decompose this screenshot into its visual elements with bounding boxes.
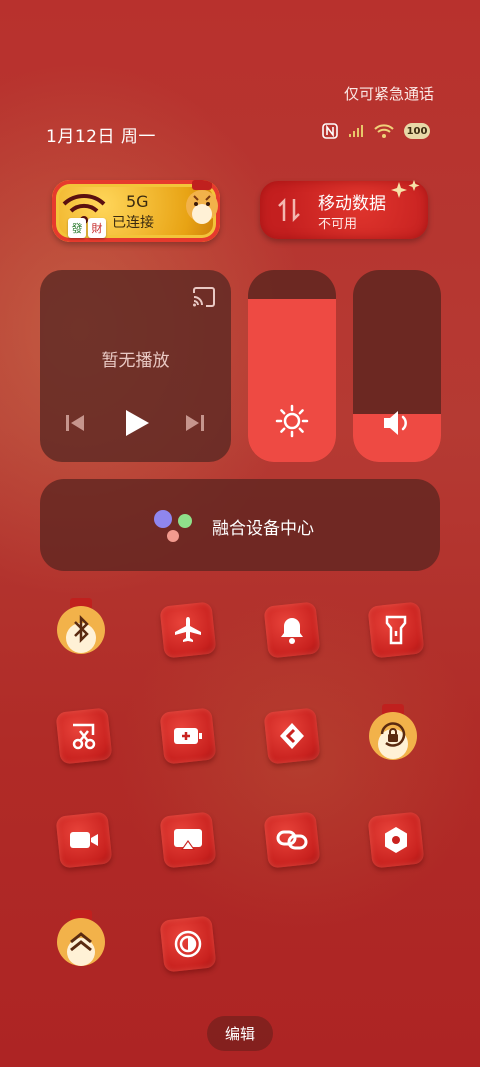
scissors-icon (72, 723, 96, 750)
contrast-icon (174, 930, 202, 958)
video-icon (70, 832, 98, 848)
hexagon-icon (385, 827, 407, 853)
screenshot-toggle[interactable] (55, 707, 113, 765)
mobile-data-title: 移动数据 (318, 194, 386, 214)
flashlight-toggle[interactable] (367, 601, 425, 659)
mahjong-tiles: 發 財 (68, 218, 106, 238)
cast-icon[interactable] (191, 286, 217, 312)
media-card[interactable]: 暂无播放 (40, 270, 231, 462)
wifi-toggle[interactable]: 5G 已连接 發 財 (52, 180, 220, 242)
screen-record-toggle[interactable] (55, 811, 113, 869)
volume-slider[interactable] (353, 270, 441, 462)
previous-track-icon[interactable] (64, 412, 86, 438)
emergency-call-text: 仅可紧急通话 (343, 85, 434, 103)
share-icon (280, 723, 304, 749)
battery-saver-icon (174, 728, 202, 744)
chevron-badge-icon (50, 908, 112, 974)
flashlight-icon (385, 615, 407, 645)
vpn-toggle[interactable] (50, 910, 112, 972)
tiger-mascot-icon (180, 180, 220, 234)
nearby-share-toggle[interactable] (263, 707, 321, 765)
airplane-toggle[interactable] (159, 601, 217, 659)
do-not-disturb-toggle[interactable] (263, 601, 321, 659)
speaker-icon (353, 408, 441, 438)
bluetooth-icon (50, 596, 112, 662)
cast-screen-icon (174, 829, 202, 850)
wifi-status: 已连接 (112, 215, 154, 231)
edit-button[interactable]: 编辑 (207, 1016, 273, 1051)
brightness-slider[interactable] (248, 270, 336, 462)
dark-mode-toggle[interactable] (159, 915, 217, 973)
rotate-lock-icon (362, 702, 424, 768)
link-icon (276, 830, 308, 850)
bluetooth-toggle[interactable] (50, 598, 112, 660)
date-text: 1月12日 周一 (46, 127, 156, 147)
device-center-label: 融合设备中心 (212, 519, 314, 539)
sparkle-icon (389, 180, 423, 210)
airplane-icon (175, 617, 201, 642)
mobile-data-status: 不可用 (318, 217, 358, 232)
link-toggle[interactable] (263, 811, 321, 869)
device-center-icon (152, 509, 194, 543)
screen-cast-toggle[interactable] (159, 811, 217, 869)
nfc-icon (322, 123, 338, 139)
wifi-icon (374, 124, 394, 138)
hotspot-toggle[interactable] (367, 811, 425, 869)
sun-icon (248, 404, 336, 438)
signal-icon (348, 124, 364, 138)
play-button[interactable] (123, 408, 151, 442)
status-icons: 100 (322, 123, 430, 139)
device-center-card[interactable]: 融合设备中心 (40, 479, 440, 571)
next-track-icon[interactable] (184, 412, 206, 438)
media-status: 暂无播放 (101, 351, 170, 371)
battery-saver-toggle[interactable] (159, 707, 217, 765)
battery-icon: 100 (404, 123, 430, 139)
wifi-name: 5G (126, 192, 149, 211)
auto-rotate-toggle[interactable] (362, 704, 424, 766)
mahjong-tile: 財 (88, 218, 106, 238)
bell-icon (281, 618, 303, 644)
mahjong-tile: 發 (68, 218, 86, 238)
data-transfer-icon (274, 195, 304, 229)
